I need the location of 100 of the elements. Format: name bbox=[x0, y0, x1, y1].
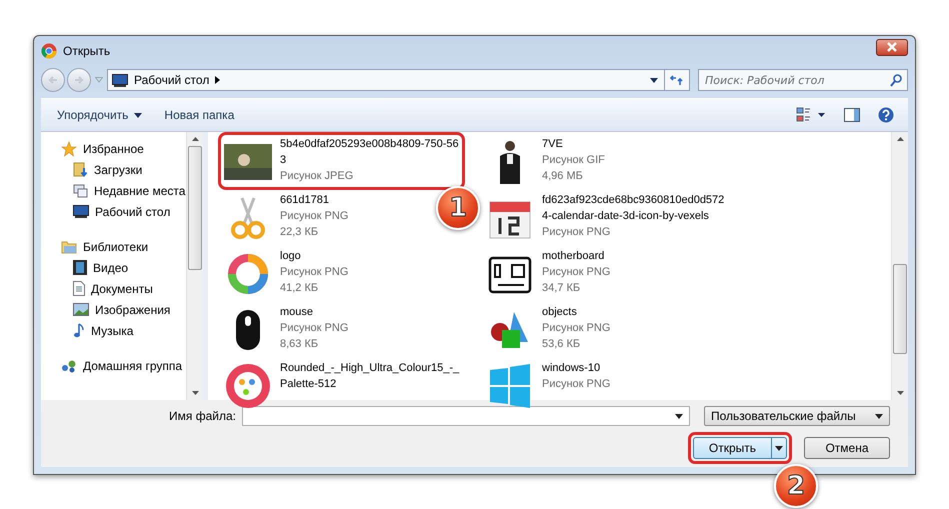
file-name: mouse bbox=[280, 305, 314, 320]
window-title: Открыть bbox=[63, 44, 110, 58]
network-group-icon bbox=[61, 358, 77, 372]
open-button[interactable]: Открыть bbox=[693, 437, 771, 459]
file-name: Palette-512 bbox=[280, 377, 338, 392]
breadcrumb-arrow-icon bbox=[215, 76, 220, 84]
file-item[interactable]: 661d1781 Рисунок PNG 22,3 КБ bbox=[220, 190, 352, 244]
file-size: 4,96 МБ bbox=[542, 169, 584, 184]
step-number-badge: 2 bbox=[774, 464, 818, 508]
sidebar-item[interactable]: Документы bbox=[61, 278, 186, 299]
file-size: 8,63 КБ bbox=[280, 337, 320, 352]
file-type: Рисунок PNG bbox=[542, 321, 610, 336]
sidebar-group[interactable]: Избранное bbox=[61, 138, 186, 159]
file-type: Рисунок PNG bbox=[280, 265, 348, 280]
scroll-up-arrow-icon[interactable] bbox=[192, 137, 198, 141]
file-item[interactable]: 5b4e0dfaf205293e008b4809-750-56 3 Рисунок JPEG bbox=[220, 134, 463, 188]
file-name: 3 bbox=[280, 153, 288, 168]
scroll-down-arrow-icon[interactable] bbox=[896, 391, 904, 395]
location-text: Рабочий стол bbox=[134, 73, 210, 87]
file-type: Рисунок PNG bbox=[280, 209, 348, 224]
dropdown-caret-icon bbox=[675, 414, 683, 418]
scroll-down-arrow-icon[interactable] bbox=[192, 391, 198, 395]
open-options-button[interactable] bbox=[771, 437, 787, 459]
address-field[interactable]: Рабочий стол bbox=[107, 69, 690, 91]
file-name-field[interactable] bbox=[242, 406, 690, 426]
sidebar-group[interactable]: Библиотеки bbox=[61, 236, 186, 257]
dropdown-caret-icon bbox=[875, 414, 883, 418]
sidebar-item[interactable]: Видео bbox=[61, 257, 186, 278]
desktop-icon bbox=[73, 205, 89, 218]
film-strip-icon bbox=[73, 260, 87, 275]
scroll-up-arrow-icon[interactable] bbox=[896, 137, 904, 141]
download-folder-icon bbox=[73, 162, 88, 177]
organize-menu-button[interactable]: Упорядочить bbox=[49, 104, 150, 126]
close-icon bbox=[886, 42, 898, 52]
search-icon bbox=[890, 74, 902, 87]
file-type-dropdown[interactable]: Пользовательские файлы bbox=[704, 406, 890, 426]
sidebar-item[interactable]: Недавние места bbox=[61, 180, 186, 201]
file-item[interactable]: 7VE Рисунок GIF 4,96 МБ bbox=[482, 134, 609, 188]
help-icon bbox=[878, 107, 894, 123]
file-type: Рисунок JPEG bbox=[280, 169, 354, 184]
file-name: motherboard bbox=[542, 249, 606, 264]
file-name: 5b4e0dfaf205293e008b4809-750-56 bbox=[280, 137, 459, 152]
file-type: Рисунок PNG bbox=[542, 377, 610, 392]
step-number-badge: 1 bbox=[436, 186, 480, 230]
forward-arrow-icon bbox=[74, 75, 84, 85]
sidebar-item-label: Музыка bbox=[91, 324, 134, 338]
sidebar-group[interactable]: Домашняя группа bbox=[61, 355, 186, 376]
sidebar-item-label: Недавние места bbox=[94, 184, 186, 198]
file-type: Рисунок PNG bbox=[542, 225, 612, 240]
caret-icon bbox=[134, 112, 142, 118]
file-type: Рисунок PNG bbox=[280, 321, 348, 336]
file-item[interactable]: mouse Рисунок PNG 8,63 КБ bbox=[220, 302, 352, 356]
sidebar-item[interactable]: Загрузки bbox=[61, 159, 186, 180]
cancel-button[interactable]: Отмена bbox=[804, 437, 890, 459]
sidebar-group-label: Библиотеки bbox=[83, 240, 148, 254]
caret-icon bbox=[775, 446, 783, 450]
file-item[interactable]: objects Рисунок PNG 53,6 КБ bbox=[482, 302, 614, 356]
sidebar-item-label: Изображения bbox=[95, 302, 170, 316]
file-name-label: Имя файла: bbox=[169, 409, 236, 423]
file-item[interactable]: motherboard Рисунок PNG 34,7 КБ bbox=[482, 246, 614, 300]
sidebar-group-label: Домашняя группа bbox=[83, 358, 182, 372]
sidebar-item[interactable]: Музыка bbox=[61, 320, 186, 341]
file-name: logo bbox=[280, 249, 302, 264]
sidebar-item[interactable]: Рабочий стол bbox=[61, 201, 186, 222]
close-button[interactable] bbox=[876, 38, 908, 56]
recent-places-icon bbox=[73, 183, 88, 198]
sidebar-group-label: Избранное bbox=[83, 142, 144, 156]
sidebar-item-label: Загрузки bbox=[94, 162, 142, 176]
file-item[interactable]: fd623af923cde68bc9360810ed0d572 4-calendar-date-3d-icon-by-vexels Рисунок PNG bbox=[482, 190, 728, 244]
file-name: 4-calendar-date-3d-icon-by-vexels bbox=[542, 209, 710, 224]
file-name: fd623af923cde68bc9360810ed0d572 bbox=[542, 193, 724, 208]
history-caret-icon bbox=[95, 77, 103, 83]
file-item[interactable]: Rounded_-_High_Ultra_Colour15_-_ Palette-512 bbox=[220, 358, 464, 412]
file-type: Рисунок PNG bbox=[542, 265, 610, 280]
scrollbar[interactable] bbox=[891, 132, 908, 400]
refresh-icon bbox=[670, 74, 684, 86]
file-name: 7VE bbox=[542, 137, 564, 152]
file-size: 34,7 КБ bbox=[542, 281, 582, 296]
file-name: windows-10 bbox=[542, 361, 602, 376]
sidebar-item-label: Документы bbox=[91, 282, 153, 296]
new-folder-button[interactable]: Новая папка bbox=[156, 104, 242, 126]
file-size: 41,2 КБ bbox=[280, 281, 320, 296]
folder-icon bbox=[61, 240, 77, 254]
file-name: 661d1781 bbox=[280, 193, 330, 208]
file-name: objects bbox=[542, 305, 578, 320]
scrollbar[interactable] bbox=[186, 132, 203, 400]
music-note-icon bbox=[73, 323, 85, 338]
file-item[interactable]: logo Рисунок PNG 41,2 КБ bbox=[220, 246, 352, 300]
browser-logo-icon bbox=[41, 43, 57, 59]
file-item[interactable]: windows-10 Рисунок PNG bbox=[482, 358, 614, 412]
file-name: Rounded_-_High_Ultra_Colour15_-_ bbox=[280, 361, 460, 376]
document-icon bbox=[73, 281, 85, 296]
picture-icon bbox=[73, 303, 89, 316]
preview-pane-icon bbox=[844, 108, 860, 122]
desktop-icon bbox=[112, 74, 128, 86]
sidebar-item[interactable]: Изображения bbox=[61, 299, 186, 320]
file-size: 22,3 КБ bbox=[280, 225, 320, 240]
file-size: 53,6 КБ bbox=[542, 337, 582, 352]
sidebar-item-label: Видео bbox=[93, 260, 128, 274]
search-field[interactable]: Поиск: Рабочий стол bbox=[698, 69, 908, 91]
